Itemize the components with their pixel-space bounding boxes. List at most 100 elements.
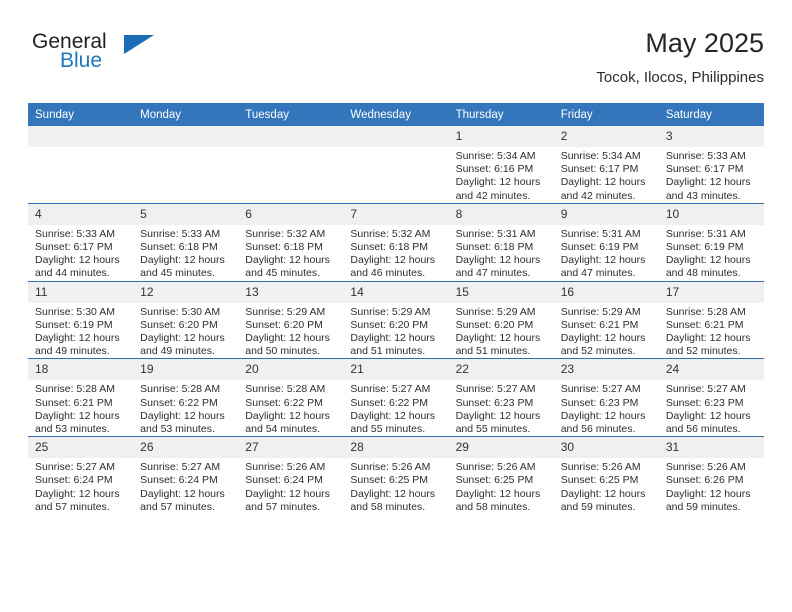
daylight-text-line2: and 55 minutes. (455, 423, 531, 436)
calendar-day-cell[interactable]: 11 Sunrise: 5:30 AM Sunset: 6:19 PM Dayligh… (28, 280, 134, 359)
daylight-text-line1: Daylight: 12 hours (245, 254, 330, 267)
sunset-text: Sunset: 6:24 PM (140, 474, 218, 487)
day-number: 19 (133, 359, 239, 381)
calendar-day-cell[interactable]: 8 Sunrise: 5:31 AM Sunset: 6:18 PM Daylight… (448, 202, 554, 282)
logo-triangle-icon (124, 35, 154, 54)
calendar-day-cell[interactable]: 28 Sunrise: 5:26 AM Sunset: 6:25 PM Dayligh… (343, 436, 449, 515)
day-number: 24 (658, 359, 764, 381)
daylight-text-line2: and 53 minutes. (35, 423, 110, 436)
sunrise-text: Sunrise: 5:30 AM (140, 305, 221, 318)
calendar-day-cell[interactable]: 2 Sunrise: 5:34 AM Sunset: 6:17 PM Daylight… (553, 126, 659, 204)
day-number: 15 (448, 281, 554, 303)
weekday-header-wednesday: Wednesday (343, 103, 449, 126)
calendar-day-cell[interactable]: 18 Sunrise: 5:28 AM Sunset: 6:21 PM Dayligh… (28, 358, 134, 437)
day-details: Sunrise: 5:31 AM Sunset: 6:18 PM Daylight:… (449, 225, 554, 281)
day-details: Sunrise: 5:34 AM Sunset: 6:17 PM Daylight:… (554, 147, 659, 203)
day-details: Sunrise: 5:32 AM Sunset: 6:18 PM Daylight:… (343, 225, 448, 281)
sunset-text: Sunset: 6:24 PM (35, 474, 113, 487)
calendar-week-row: 4 Sunrise: 5:33 AM Sunset: 6:17 PM Daylight… (28, 202, 764, 282)
sunrise-text: Sunrise: 5:27 AM (350, 383, 431, 396)
day-number: 4 (28, 203, 134, 225)
daylight-text-line2: and 59 minutes. (665, 500, 741, 513)
day-details: Sunrise: 5:28 AM Sunset: 6:22 PM Daylight:… (133, 380, 238, 436)
calendar-day-cell[interactable]: 12 Sunrise: 5:30 AM Sunset: 6:20 PM Dayligh… (133, 280, 239, 359)
calendar-day-cell[interactable]: 15 Sunrise: 5:29 AM Sunset: 6:20 PM Dayligh… (448, 280, 554, 359)
calendar-day-cell[interactable]: 17 Sunrise: 5:28 AM Sunset: 6:21 PM Dayligh… (658, 280, 764, 359)
calendar-week-row: 1 Sunrise: 5:34 AM Sunset: 6:16 PM Daylight… (28, 126, 764, 204)
sunset-text: Sunset: 6:22 PM (245, 396, 323, 409)
sunset-text: Sunset: 6:18 PM (455, 241, 534, 254)
calendar-day-cell[interactable]: 14 Sunrise: 5:29 AM Sunset: 6:20 PM Dayligh… (343, 280, 449, 359)
calendar-day-cell[interactable]: 22 Sunrise: 5:27 AM Sunset: 6:23 PM Dayligh… (448, 358, 554, 437)
sunset-text: Sunset: 6:17 PM (560, 163, 639, 176)
calendar-day-cell[interactable]: 24 Sunrise: 5:27 AM Sunset: 6:23 PM Dayligh… (658, 358, 764, 437)
daylight-text-line1: Daylight: 12 hours (140, 409, 225, 422)
sunset-text: Sunset: 6:25 PM (560, 474, 639, 487)
sunset-text: Sunset: 6:17 PM (665, 163, 744, 176)
sunrise-text: Sunrise: 5:29 AM (245, 305, 326, 318)
sunrise-text: Sunrise: 5:27 AM (140, 461, 221, 474)
sunrise-text: Sunrise: 5:28 AM (140, 383, 221, 396)
daylight-text-line1: Daylight: 12 hours (665, 487, 751, 500)
general-blue-logo[interactable]: General Blue (28, 30, 228, 86)
day-details: Sunrise: 5:28 AM Sunset: 6:22 PM Daylight:… (238, 380, 343, 436)
sunset-text: Sunset: 6:23 PM (455, 396, 534, 409)
day-number: 6 (238, 203, 344, 225)
calendar-day-cell[interactable]: 5 Sunrise: 5:33 AM Sunset: 6:18 PM Daylight… (133, 202, 239, 282)
daylight-text-line1: Daylight: 12 hours (245, 487, 330, 500)
day-details: Sunrise: 5:27 AM Sunset: 6:23 PM Daylight:… (449, 380, 554, 436)
day-number: 29 (448, 437, 554, 459)
sunset-text: Sunset: 6:19 PM (35, 318, 113, 331)
daylight-text-line2: and 56 minutes. (665, 423, 741, 436)
sunset-text: Sunset: 6:19 PM (665, 241, 744, 254)
calendar-day-cell[interactable]: 9 Sunrise: 5:31 AM Sunset: 6:19 PM Daylight… (553, 202, 659, 282)
calendar-day-cell[interactable]: 4 Sunrise: 5:33 AM Sunset: 6:17 PM Daylight… (28, 202, 134, 282)
calendar-day-cell[interactable]: 10 Sunrise: 5:31 AM Sunset: 6:19 PM Dayligh… (658, 202, 764, 282)
day-number (343, 126, 449, 147)
daylight-text-line1: Daylight: 12 hours (140, 332, 225, 345)
sunrise-text: Sunrise: 5:33 AM (140, 227, 221, 240)
calendar-day-cell[interactable]: 31 Sunrise: 5:26 AM Sunset: 6:26 PM Dayligh… (658, 436, 764, 515)
day-number: 28 (343, 437, 449, 459)
day-details: Sunrise: 5:27 AM Sunset: 6:22 PM Daylight:… (343, 380, 448, 436)
sunrise-text: Sunrise: 5:27 AM (35, 461, 115, 474)
calendar-day-cell[interactable]: 19 Sunrise: 5:28 AM Sunset: 6:22 PM Dayligh… (133, 358, 239, 437)
day-details: Sunrise: 5:33 AM Sunset: 6:17 PM Daylight:… (659, 147, 764, 203)
day-number: 16 (553, 281, 659, 303)
calendar-day-cell[interactable]: 25 Sunrise: 5:27 AM Sunset: 6:24 PM Dayligh… (28, 436, 134, 515)
calendar-day-cell[interactable]: 6 Sunrise: 5:32 AM Sunset: 6:18 PM Daylight… (238, 202, 344, 282)
calendar-day-cell[interactable]: 20 Sunrise: 5:28 AM Sunset: 6:22 PM Dayligh… (238, 358, 344, 437)
calendar-day-cell[interactable]: 27 Sunrise: 5:26 AM Sunset: 6:24 PM Dayligh… (238, 436, 344, 515)
sunrise-text: Sunrise: 5:31 AM (455, 227, 536, 240)
sunrise-text: Sunrise: 5:29 AM (455, 305, 536, 318)
day-number (133, 126, 239, 147)
calendar-day-cell[interactable]: 7 Sunrise: 5:32 AM Sunset: 6:18 PM Daylight… (343, 202, 449, 282)
calendar-day-cell[interactable]: 23 Sunrise: 5:27 AM Sunset: 6:23 PM Dayligh… (553, 358, 659, 437)
daylight-text-line1: Daylight: 12 hours (350, 487, 436, 500)
day-details: Sunrise: 5:26 AM Sunset: 6:25 PM Daylight:… (554, 458, 659, 514)
calendar-day-cell[interactable]: 21 Sunrise: 5:27 AM Sunset: 6:22 PM Dayligh… (343, 358, 449, 437)
daylight-text-line2: and 56 minutes. (560, 423, 636, 436)
calendar-day-cell[interactable]: 26 Sunrise: 5:27 AM Sunset: 6:24 PM Dayligh… (133, 436, 239, 515)
sunset-text: Sunset: 6:26 PM (665, 474, 744, 487)
weekday-header-sunday: Sunday (28, 103, 134, 126)
sunset-text: Sunset: 6:17 PM (35, 241, 113, 254)
sunrise-text: Sunrise: 5:26 AM (245, 461, 326, 474)
day-details: Sunrise: 5:28 AM Sunset: 6:21 PM Daylight:… (659, 303, 764, 359)
day-number: 10 (658, 203, 764, 225)
daylight-text-line1: Daylight: 12 hours (245, 409, 330, 422)
calendar-day-cell[interactable]: 16 Sunrise: 5:29 AM Sunset: 6:21 PM Dayligh… (553, 280, 659, 359)
day-details: Sunrise: 5:28 AM Sunset: 6:21 PM Daylight:… (28, 380, 133, 436)
sunrise-text: Sunrise: 5:27 AM (665, 383, 746, 396)
daylight-text-line2: and 45 minutes. (140, 267, 215, 280)
calendar-day-cell[interactable]: 29 Sunrise: 5:26 AM Sunset: 6:25 PM Dayligh… (448, 436, 554, 515)
day-number: 31 (658, 437, 764, 459)
calendar-day-cell[interactable]: 3 Sunrise: 5:33 AM Sunset: 6:17 PM Daylight… (658, 126, 764, 204)
day-details: Sunrise: 5:31 AM Sunset: 6:19 PM Daylight:… (554, 225, 659, 281)
daylight-text-line1: Daylight: 12 hours (665, 332, 751, 345)
calendar-day-cell-empty (343, 126, 449, 204)
calendar-day-cell[interactable]: 1 Sunrise: 5:34 AM Sunset: 6:16 PM Daylight… (448, 126, 554, 204)
calendar-day-cell[interactable]: 30 Sunrise: 5:26 AM Sunset: 6:25 PM Dayligh… (553, 436, 659, 515)
sunset-text: Sunset: 6:20 PM (140, 318, 218, 331)
calendar-day-cell[interactable]: 13 Sunrise: 5:29 AM Sunset: 6:20 PM Dayligh… (238, 280, 344, 359)
